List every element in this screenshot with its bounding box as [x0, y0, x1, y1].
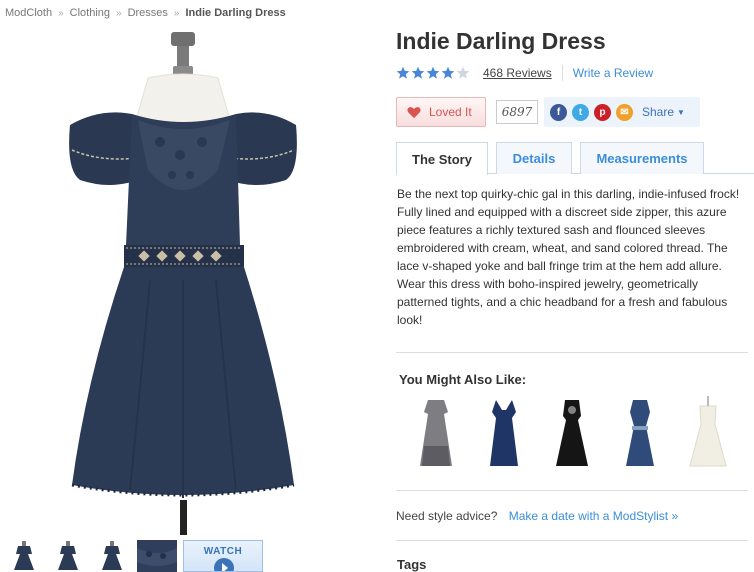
reviews-link[interactable]: 468 Reviews: [483, 66, 552, 80]
loved-it-button[interactable]: Loved It: [396, 97, 486, 127]
tab-details[interactable]: Details: [496, 142, 572, 174]
share-bar: f t p ✉ Share ▼: [544, 97, 700, 127]
breadcrumb-separator: »: [173, 8, 180, 19]
thumbnail-side[interactable]: [52, 540, 84, 572]
loves-count: 6897: [496, 100, 538, 124]
actions-row: Loved It 6897 f t p ✉ Share ▼: [396, 97, 754, 127]
star-icon: [396, 66, 410, 79]
tab-measurements[interactable]: Measurements: [580, 142, 704, 174]
write-review-link[interactable]: Write a Review: [573, 66, 653, 80]
watch-video-button[interactable]: WATCH: [183, 540, 263, 572]
style-advice-question: Need style advice?: [396, 509, 498, 523]
play-icon: [214, 558, 234, 571]
breadcrumb: ModCloth » Clothing » Dresses » Indie Darling …: [5, 7, 286, 19]
recommended-dress-black[interactable]: [552, 396, 592, 470]
section-divider: [396, 540, 748, 541]
breadcrumb-dresses[interactable]: Dresses: [128, 7, 168, 19]
share-button[interactable]: Share: [642, 105, 674, 119]
recommended-dress-blue[interactable]: [620, 396, 660, 470]
section-divider: [396, 352, 748, 353]
pinterest-icon[interactable]: p: [594, 103, 611, 121]
recommendations: [412, 396, 742, 470]
recommended-dress-grey[interactable]: [416, 396, 456, 470]
tab-the-story[interactable]: The Story: [396, 142, 488, 175]
twitter-icon[interactable]: t: [572, 103, 589, 121]
star-empty-icon: [456, 66, 470, 79]
thumbnail-detail[interactable]: [137, 540, 177, 572]
thumbnail-strip: WATCH: [0, 540, 370, 572]
star-icon: [411, 66, 425, 79]
style-advice: Need style advice? Make a date with a Mo…: [396, 509, 678, 523]
breadcrumb-modcloth[interactable]: ModCloth: [5, 7, 52, 19]
you-might-also-like-title: You Might Also Like:: [399, 372, 527, 387]
breadcrumb-separator: »: [58, 8, 64, 19]
breadcrumb-current: Indie Darling Dress: [185, 7, 286, 19]
chevron-down-icon[interactable]: ▼: [677, 108, 685, 117]
thumbnail-back[interactable]: [96, 540, 128, 572]
section-divider: [396, 490, 748, 491]
main-product-image[interactable]: [40, 30, 330, 535]
modstylist-link[interactable]: Make a date with a ModStylist »: [509, 509, 678, 523]
loved-it-label: Loved It: [429, 105, 472, 119]
rating-row: 468 Reviews Write a Review: [396, 64, 653, 82]
star-icon: [426, 66, 440, 79]
facebook-icon[interactable]: f: [550, 103, 567, 121]
watch-label: WATCH: [203, 546, 243, 557]
breadcrumb-separator: »: [116, 8, 122, 19]
breadcrumb-clothing[interactable]: Clothing: [70, 7, 110, 19]
dress-illustration: [69, 32, 297, 535]
product-description: Be the next top quirky-chic gal in this …: [397, 187, 740, 327]
heart-icon: [407, 106, 421, 118]
tags-heading: Tags: [397, 557, 427, 572]
divider: [561, 65, 563, 81]
product-title: Indie Darling Dress: [396, 28, 606, 54]
recommended-dress-navy[interactable]: [484, 396, 524, 470]
star-icon: [441, 66, 455, 79]
star-rating[interactable]: [396, 66, 471, 80]
recommended-dress-cream[interactable]: [688, 396, 728, 470]
product-tabs: The Story Details Measurements: [396, 142, 754, 175]
thumbnail-front[interactable]: [8, 540, 40, 572]
email-icon[interactable]: ✉: [616, 103, 633, 121]
